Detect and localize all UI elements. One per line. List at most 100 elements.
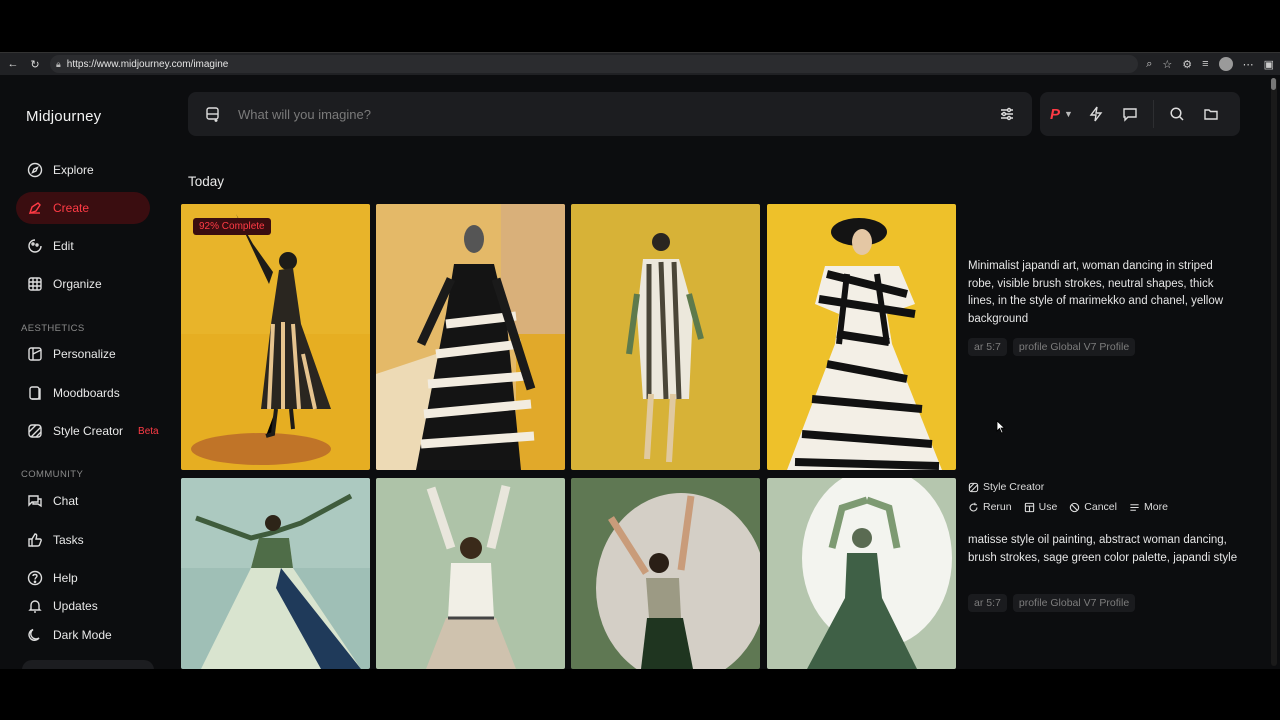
reload-icon[interactable]: ↻ xyxy=(28,57,42,71)
generated-image[interactable] xyxy=(181,478,370,669)
sidebar-toggle-icon[interactable]: ▣ xyxy=(1264,58,1274,71)
rerun-icon xyxy=(969,502,978,512)
style-creator-action[interactable]: Style Creator xyxy=(968,481,1044,493)
sidebar-item-create[interactable]: Create xyxy=(16,192,150,224)
sidebar-item-tasks[interactable]: Tasks xyxy=(16,524,150,556)
sidebar-item-updates[interactable]: Updates xyxy=(16,592,150,620)
thumbs-up-icon xyxy=(26,531,44,549)
profile-avatar[interactable] xyxy=(1218,57,1233,71)
more-menu-icon[interactable]: ⋯ xyxy=(1243,58,1254,71)
sidebar-item-label: Personalize xyxy=(53,347,116,361)
moodboard-icon xyxy=(26,384,44,402)
beta-badge: Beta xyxy=(138,425,159,437)
generated-image[interactable] xyxy=(767,478,956,669)
job-tags: ar 5:7 profile Global V7 Profile xyxy=(968,594,1136,612)
back-arrow-icon[interactable]: ← xyxy=(6,57,20,71)
dancer-painting-image xyxy=(181,204,370,470)
sidebar-item-dark-mode[interactable]: Dark Mode xyxy=(16,621,150,649)
lightning-icon[interactable] xyxy=(1085,103,1107,125)
progress-badge: 92% Complete xyxy=(193,218,271,235)
dancer-painting-image xyxy=(181,478,370,669)
more-label: More xyxy=(1143,501,1168,513)
star-icon[interactable]: ☆ xyxy=(1162,58,1172,71)
generated-image[interactable]: 92% Complete xyxy=(181,204,370,470)
section-label-community: COMMUNITY xyxy=(21,469,84,480)
scrollbar-thumb[interactable] xyxy=(1271,78,1276,90)
sidebar-item-label: Create xyxy=(53,201,90,215)
profile-selector[interactable]: P ▼ xyxy=(1050,106,1073,123)
message-icon[interactable] xyxy=(1119,103,1141,125)
browser-window: ← ↻ 🔒︎ https://www.midjourney.com/imagin… xyxy=(0,52,1280,669)
sidebar-item-organize[interactable]: Organize xyxy=(16,268,150,300)
account-button[interactable] xyxy=(22,660,154,669)
mouse-cursor-icon xyxy=(996,420,1006,434)
sidebar-item-label: Edit xyxy=(53,239,74,253)
generated-image[interactable] xyxy=(571,478,760,669)
section-label-aesthetics: AESTHETICS xyxy=(21,323,85,334)
style-creator-label: Style Creator xyxy=(983,481,1045,493)
prompt-input[interactable] xyxy=(238,106,982,122)
use-label: Use xyxy=(1038,501,1058,513)
more-button[interactable]: More xyxy=(1129,501,1168,513)
dancer-painting-image xyxy=(571,204,760,470)
generated-image[interactable] xyxy=(767,204,956,470)
sidebar-item-personalize[interactable]: Personalize xyxy=(16,338,150,370)
url-text: https://www.midjourney.com/imagine xyxy=(66,58,229,70)
help-icon xyxy=(26,569,44,587)
job-actions: Rerun Use Cancel More xyxy=(968,501,1168,513)
moon-icon xyxy=(26,626,44,644)
brush-icon xyxy=(26,199,44,217)
chevron-down-icon: ▼ xyxy=(1064,109,1073,119)
settings-sliders-icon[interactable] xyxy=(996,103,1018,125)
compass-icon xyxy=(26,161,44,179)
dancer-painting-image xyxy=(571,478,760,669)
dancer-painting-image xyxy=(376,204,565,470)
favorites-icon[interactable]: ≡ xyxy=(1202,58,1208,70)
profile-letter: P xyxy=(1050,105,1061,123)
generated-image[interactable] xyxy=(571,204,760,470)
tag-profile[interactable]: profile Global V7 Profile xyxy=(1012,338,1136,356)
image-prompt-icon[interactable] xyxy=(202,103,224,125)
sidebar-item-help[interactable]: Help xyxy=(16,564,150,592)
toolbar-divider xyxy=(1152,100,1154,128)
prompt-text[interactable]: matisse style oil painting, abstract wom… xyxy=(968,532,1238,567)
dancer-painting-image xyxy=(376,478,565,669)
cancel-label: Cancel xyxy=(1084,501,1117,513)
sidebar: Midjourney Explore Create Edit Organize … xyxy=(0,76,172,669)
generated-image[interactable] xyxy=(376,478,565,669)
tag-aspect-ratio[interactable]: ar 5:7 xyxy=(968,338,1007,356)
dancer-painting-image xyxy=(767,204,956,470)
sidebar-item-style-creator[interactable]: Style Creator Beta xyxy=(16,415,166,447)
browser-actions: ⌕ ☆ ⚙ ≡ ⋯ ▣ xyxy=(1146,57,1274,71)
sidebar-item-explore[interactable]: Explore xyxy=(16,154,150,186)
sidebar-item-edit[interactable]: Edit xyxy=(16,230,150,262)
folder-icon[interactable] xyxy=(1200,103,1222,125)
tag-profile[interactable]: profile Global V7 Profile xyxy=(1012,594,1136,612)
sidebar-item-label: Style Creator xyxy=(53,424,124,438)
chat-icon xyxy=(26,492,44,510)
tag-aspect-ratio[interactable]: ar 5:7 xyxy=(968,594,1007,612)
bell-icon xyxy=(26,597,44,615)
sidebar-item-moodboards[interactable]: Moodboards xyxy=(16,377,150,409)
dancer-painting-image xyxy=(767,478,956,669)
rerun-button[interactable]: Rerun xyxy=(968,501,1012,513)
sidebar-item-label: Chat xyxy=(53,494,79,508)
sidebar-item-label: Updates xyxy=(53,599,98,613)
address-bar[interactable]: 🔒︎ https://www.midjourney.com/imagine xyxy=(50,55,1139,73)
generated-image[interactable] xyxy=(376,204,565,470)
edit-icon xyxy=(26,237,44,255)
sidebar-item-label: Explore xyxy=(53,163,94,177)
sidebar-item-label: Organize xyxy=(53,277,102,291)
use-button[interactable]: Use xyxy=(1024,501,1058,513)
app-logo[interactable]: Midjourney xyxy=(26,108,101,125)
midjourney-app: Midjourney Explore Create Edit Organize … xyxy=(0,76,1280,669)
cancel-button[interactable]: Cancel xyxy=(1069,501,1117,513)
search-icon[interactable] xyxy=(1166,103,1188,125)
grid-icon xyxy=(26,275,44,293)
sidebar-item-chat[interactable]: Chat xyxy=(16,485,150,517)
zoom-icon[interactable]: ⌕ xyxy=(1146,58,1152,71)
prompt-text[interactable]: Minimalist japandi art, woman dancing in… xyxy=(968,258,1238,328)
use-icon xyxy=(1024,502,1034,512)
scrollbar[interactable] xyxy=(1271,78,1277,666)
extensions-icon[interactable]: ⚙ xyxy=(1182,58,1192,71)
